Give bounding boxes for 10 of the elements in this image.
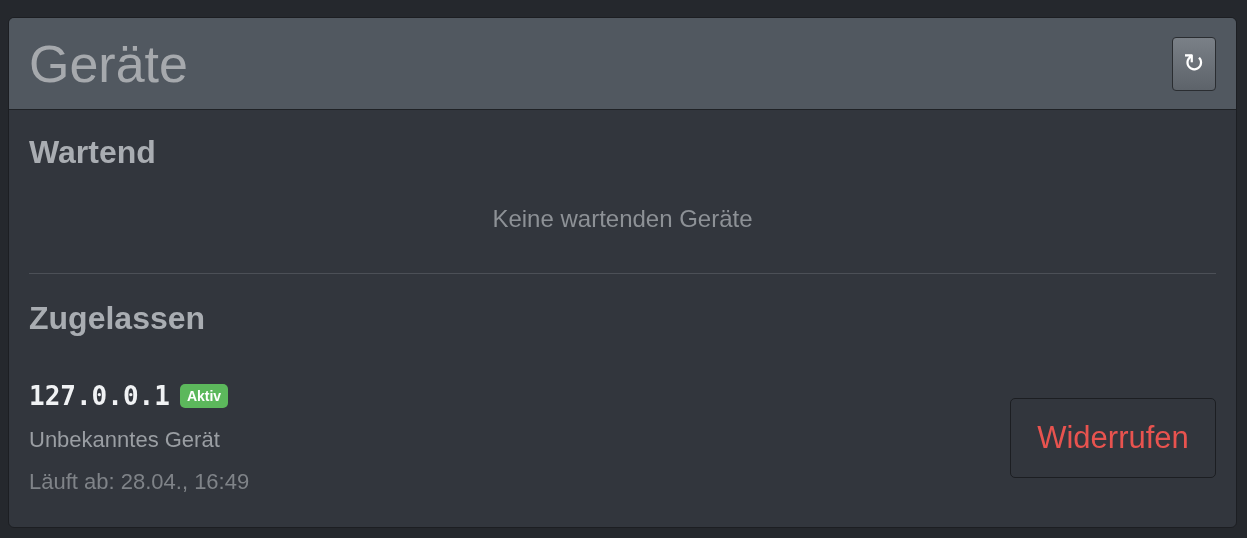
refresh-button[interactable]: ↻ [1172,36,1216,91]
device-name: Unbekanntes Gerät [29,427,221,453]
status-badge: Aktiv [179,384,229,408]
section-title: Wartend [29,134,157,171]
empty-message: Keine wartenden Geräte [491,205,754,233]
panel-title: Geräte [29,33,188,94]
device-address: 127.0.0.1 [29,381,170,411]
expiry-text: Läuft ab: 28.04., 16:49 [29,469,250,495]
section-title: Zugelassen [29,300,207,337]
revoke-button[interactable]: Widerrufen [1010,398,1216,478]
